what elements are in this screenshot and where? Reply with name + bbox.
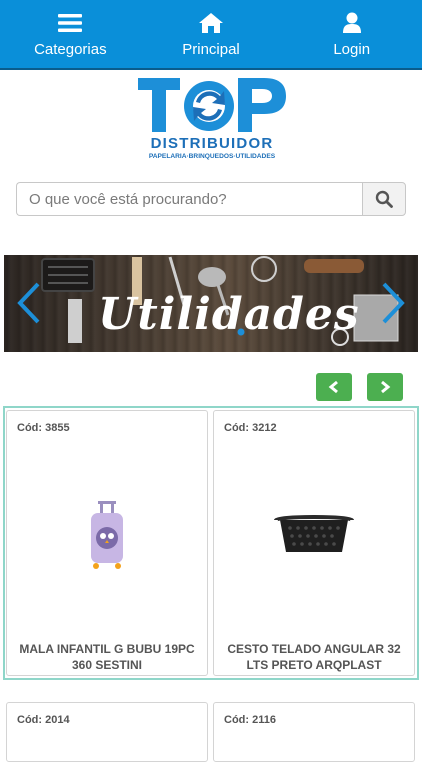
banner-prev-arrow-icon[interactable]	[14, 281, 44, 325]
brand-logo[interactable]: DISTRIBUIDOR PAPELARIA·BRINQUEDOS·UTILID…	[136, 76, 288, 162]
banner-next-arrow-icon[interactable]	[378, 281, 408, 325]
nav-home[interactable]: Principal	[141, 0, 282, 68]
product-card[interactable]: Cód: 2014	[6, 702, 208, 762]
logo-tagline: PAPELARIA·BRINQUEDOS·UTILIDADES	[149, 153, 276, 160]
user-icon	[342, 11, 362, 35]
product-name: CESTO TELADO ANGULAR 32 LTS PRETO ARQPLA…	[227, 642, 401, 672]
product-image	[214, 491, 414, 581]
search-input[interactable]	[16, 182, 362, 216]
nav-home-label: Principal	[182, 40, 240, 58]
product-code: Cód: 3855	[17, 422, 70, 434]
top-nav-bar: Categorias Principal Login	[0, 0, 422, 70]
products-prev-button[interactable]	[316, 373, 352, 401]
chevron-right-icon	[381, 380, 391, 394]
nav-categories[interactable]: Categorias	[0, 0, 141, 68]
product-code: Cód: 2014	[17, 714, 70, 726]
promo-banner[interactable]: Utilidades	[4, 255, 418, 352]
product-card[interactable]: Cód: 3212 CESTO TELADO ANGULAR 32 LTS PR…	[213, 410, 415, 676]
banner-title: Utilidades	[98, 289, 360, 340]
search-icon	[375, 190, 393, 208]
nav-categories-label: Categorias	[34, 40, 107, 58]
product-image	[7, 491, 207, 581]
chevron-left-icon	[328, 380, 338, 394]
home-icon	[198, 11, 224, 35]
nav-login-label: Login	[333, 40, 371, 58]
logo-sub-text: DISTRIBUIDOR	[151, 135, 274, 152]
product-card[interactable]: Cód: 2116	[213, 702, 415, 762]
search-button[interactable]	[362, 182, 406, 216]
nav-login[interactable]: Login	[281, 0, 422, 68]
products-next-button[interactable]	[367, 373, 403, 401]
product-card[interactable]: Cód: 3855 MALA INFANTIL G BUBU 19PC 360 …	[6, 410, 208, 676]
product-code: Cód: 3212	[224, 422, 277, 434]
product-name: MALA INFANTIL G BUBU 19PC 360 SESTINI	[19, 642, 195, 672]
search-bar	[16, 182, 406, 216]
product-code: Cód: 2116	[224, 714, 276, 726]
hamburger-icon	[58, 11, 83, 35]
